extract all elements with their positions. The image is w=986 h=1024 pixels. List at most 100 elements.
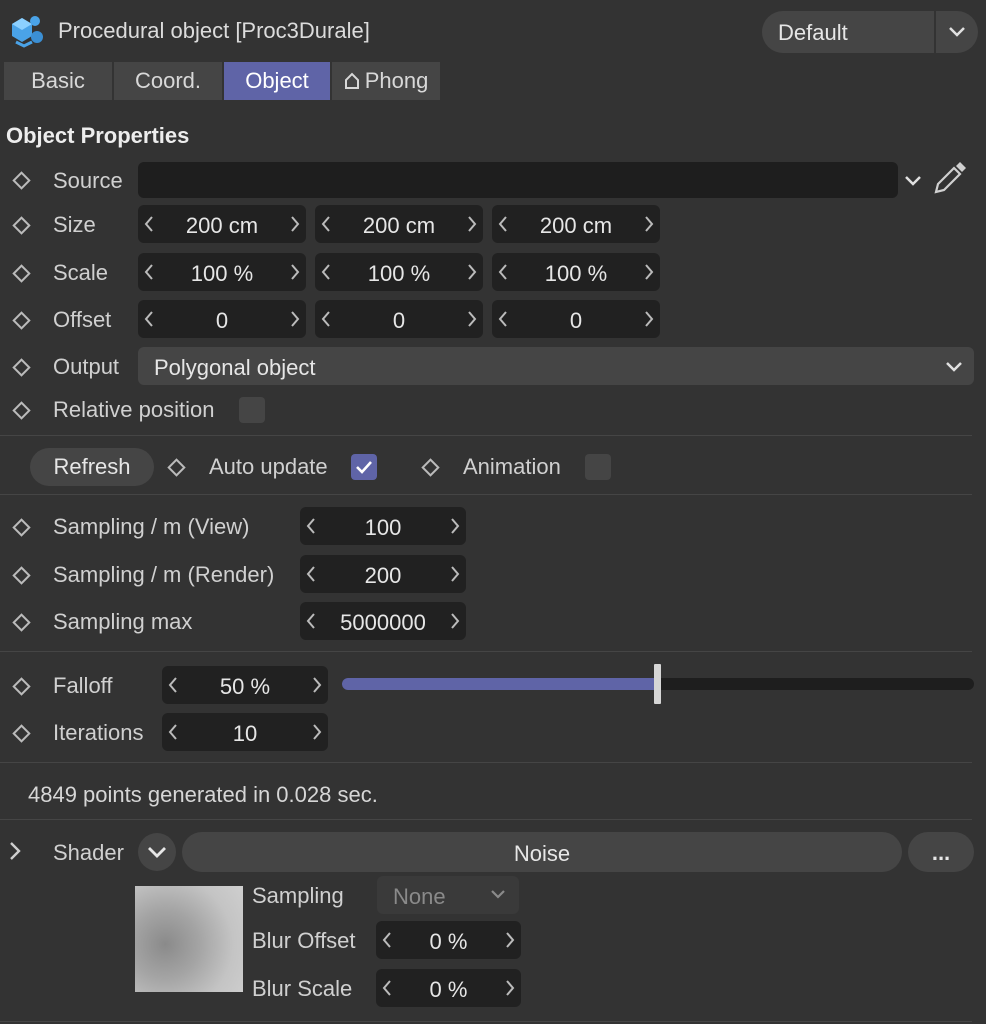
falloff-label: Falloff	[53, 673, 113, 698]
sampling-render-value: 200	[364, 563, 402, 588]
shader-sampling-dropdown[interactable]: None	[377, 876, 519, 914]
shader-menu-button[interactable]	[138, 833, 176, 871]
sampling-max-value: 5000000	[340, 610, 426, 635]
refresh-button[interactable]: Refresh	[30, 448, 154, 486]
keyframe-diamond-icon[interactable]	[12, 216, 31, 235]
size-label: Size	[53, 212, 96, 237]
sampling-render-label: Sampling / m (Render)	[53, 562, 275, 587]
falloff-field[interactable]: 50 %	[162, 666, 328, 704]
chevron-right-icon[interactable]	[644, 263, 654, 281]
preset-dropdown[interactable]: Default	[762, 11, 978, 53]
size-z-field[interactable]: 200 cm	[492, 205, 660, 243]
chevron-right-icon[interactable]	[450, 517, 460, 535]
more-options-button[interactable]: ...	[908, 832, 974, 872]
keyframe-diamond-icon[interactable]	[12, 358, 31, 377]
keyframe-diamond-icon[interactable]	[12, 518, 31, 537]
source-label: Source	[53, 168, 123, 193]
scale-y-value: 100 %	[367, 261, 431, 286]
chevron-right-icon[interactable]	[290, 215, 300, 233]
section-title: Object Properties	[6, 123, 190, 148]
relative-position-checkbox[interactable]	[239, 397, 265, 423]
auto-update-checkbox[interactable]	[351, 454, 377, 480]
status-text: 4849 points generated in 0.028 sec.	[28, 782, 378, 807]
keyframe-diamond-icon[interactable]	[12, 677, 31, 696]
iterations-value: 10	[232, 721, 258, 746]
chevron-right-icon[interactable]	[505, 979, 515, 997]
chevron-right-icon[interactable]	[312, 676, 322, 694]
keyframe-diamond-icon[interactable]	[12, 613, 31, 632]
keyframe-diamond-icon[interactable]	[12, 401, 31, 420]
offset-y-field[interactable]: 0	[315, 300, 483, 338]
relative-position-label: Relative position	[53, 397, 215, 422]
chevron-right-icon[interactable]	[450, 612, 460, 630]
chevron-right-icon[interactable]	[290, 310, 300, 328]
divider	[0, 762, 972, 763]
sampling-view-value: 100	[364, 515, 402, 540]
keyframe-diamond-icon[interactable]	[421, 458, 440, 477]
tab-coord[interactable]: Coord.	[114, 62, 222, 100]
tab-phong[interactable]: Phong	[332, 62, 440, 100]
source-field[interactable]	[138, 162, 898, 198]
animation-checkbox[interactable]	[585, 454, 611, 480]
offset-z-value: 0	[569, 308, 583, 333]
keyframe-diamond-icon[interactable]	[12, 264, 31, 283]
offset-label: Offset	[53, 307, 112, 332]
keyframe-diamond-icon[interactable]	[12, 311, 31, 330]
chevron-right-icon[interactable]	[312, 723, 322, 741]
scale-x-value: 100 %	[190, 261, 254, 286]
chevron-right-icon[interactable]	[467, 215, 477, 233]
tab-object[interactable]: Object	[224, 62, 330, 100]
procedural-object-icon	[6, 12, 46, 52]
chevron-right-icon[interactable]	[450, 565, 460, 583]
output-value: Polygonal object	[154, 355, 316, 380]
chevron-right-icon[interactable]	[467, 310, 477, 328]
falloff-slider-fill	[342, 678, 658, 690]
iterations-field[interactable]: 10	[162, 713, 328, 751]
shader-name: Noise	[513, 841, 571, 866]
scale-y-field[interactable]: 100 %	[315, 253, 483, 291]
divider	[0, 651, 972, 652]
checkmark-icon	[356, 461, 372, 474]
scale-label: Scale	[53, 260, 109, 285]
blur-scale-value: 0 %	[429, 977, 468, 1002]
scale-z-field[interactable]: 100 %	[492, 253, 660, 291]
blur-offset-field[interactable]: 0 %	[376, 921, 521, 959]
keyframe-diamond-icon[interactable]	[12, 724, 31, 743]
chevron-right-icon[interactable]	[290, 263, 300, 281]
offset-x-field[interactable]: 0	[138, 300, 306, 338]
sampling-render-field[interactable]: 200	[300, 555, 466, 593]
shader-sampling-label: Sampling	[252, 883, 344, 908]
phong-icon	[344, 72, 359, 89]
chevron-down-icon[interactable]	[946, 22, 968, 42]
chevron-right-icon[interactable]	[644, 215, 654, 233]
blur-scale-field[interactable]: 0 %	[376, 969, 521, 1007]
scale-x-field[interactable]: 100 %	[138, 253, 306, 291]
keyframe-diamond-icon[interactable]	[12, 171, 31, 190]
tab-bar: Basic Coord. Object Phong	[4, 62, 440, 100]
chevron-right-icon[interactable]	[8, 840, 22, 862]
sampling-max-field[interactable]: 5000000	[300, 602, 466, 640]
chevron-right-icon[interactable]	[467, 263, 477, 281]
tab-phong-label: Phong	[364, 68, 429, 93]
size-y-value: 200 cm	[362, 213, 436, 238]
size-x-field[interactable]: 200 cm	[138, 205, 306, 243]
falloff-slider-handle[interactable]	[654, 664, 661, 704]
offset-z-field[interactable]: 0	[492, 300, 660, 338]
falloff-value: 50 %	[219, 674, 271, 699]
chevron-right-icon[interactable]	[505, 931, 515, 949]
output-dropdown[interactable]: Polygonal object	[138, 347, 974, 385]
sampling-view-field[interactable]: 100	[300, 507, 466, 545]
keyframe-diamond-icon[interactable]	[167, 458, 186, 477]
shader-preview[interactable]	[135, 886, 243, 992]
blur-offset-value: 0 %	[429, 929, 468, 954]
keyframe-diamond-icon[interactable]	[12, 566, 31, 585]
preset-label: Default	[778, 20, 848, 45]
size-y-field[interactable]: 200 cm	[315, 205, 483, 243]
chevron-down-icon	[491, 890, 505, 899]
divider	[0, 819, 972, 820]
chevron-right-icon[interactable]	[644, 310, 654, 328]
chevron-down-icon[interactable]	[903, 172, 923, 190]
eyedropper-icon[interactable]	[930, 158, 970, 198]
shader-name-button[interactable]: Noise	[182, 832, 902, 872]
tab-basic[interactable]: Basic	[4, 62, 112, 100]
